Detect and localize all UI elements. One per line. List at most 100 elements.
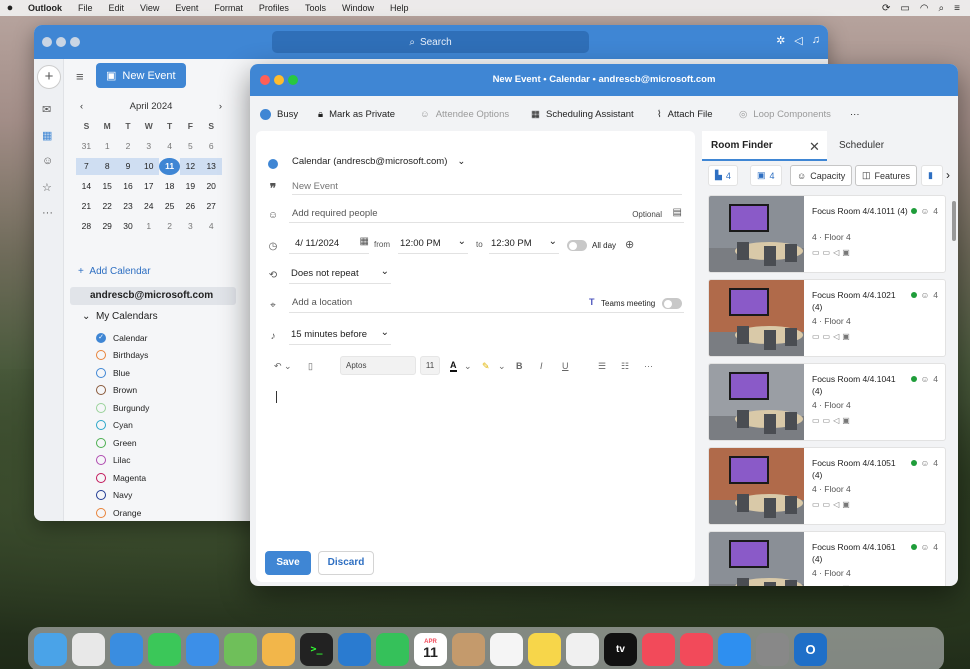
calendar-day[interactable]: 1 (97, 138, 118, 155)
freeform-icon[interactable] (566, 632, 599, 666)
vscode-icon[interactable] (338, 632, 371, 666)
launchpad-icon[interactable] (72, 632, 105, 666)
discard-button[interactable]: Discard (318, 551, 374, 575)
messages-icon[interactable] (148, 632, 181, 666)
calendar-day[interactable]: 26 (180, 198, 201, 215)
calendar-icon[interactable]: APR 11 (414, 632, 447, 666)
menu-app-name[interactable]: Outlook (20, 3, 70, 13)
calendar-picker[interactable]: Calendar (andrescb@microsoft.com) ⌄ (292, 156, 465, 167)
calendar-day[interactable]: 29 (97, 218, 118, 235)
mail-icon[interactable] (186, 632, 219, 666)
appletv-icon[interactable]: tv (604, 632, 637, 666)
reminder-dropdown[interactable]: 15 minutes before ⌄ (289, 327, 391, 345)
calendar-list-item[interactable]: Blue (96, 364, 149, 382)
search-box[interactable]: ⌕ Search (272, 31, 589, 53)
calendar-day[interactable]: 19 (180, 178, 201, 195)
calendar-day[interactable]: 12 (179, 158, 201, 175)
close-window-button[interactable] (42, 37, 52, 47)
add-calendar-link[interactable]: + Add Calendar (78, 266, 151, 277)
maps-icon[interactable] (224, 632, 257, 666)
end-time-picker[interactable]: 12:30 PM ⌄ (489, 236, 559, 254)
calendar-color-circle-icon[interactable] (96, 350, 106, 361)
menu-file[interactable]: File (70, 3, 101, 13)
more-format-icon[interactable]: ··· (644, 361, 653, 371)
calendar-color-circle-icon[interactable] (96, 385, 106, 396)
calendar-day[interactable]: 24 (138, 198, 159, 215)
news-icon[interactable] (680, 632, 713, 666)
calendar-list-item[interactable]: Magenta (96, 469, 149, 487)
terminal-icon[interactable]: >_ (300, 632, 333, 666)
music-icon[interactable] (642, 632, 675, 666)
repeat-dropdown[interactable]: Does not repeat ⌄ (289, 266, 391, 284)
more-options-button[interactable]: ··· (850, 109, 860, 120)
calendar-list-item[interactable]: Orange (96, 504, 149, 521)
required-people-field[interactable]: Add required people Optional ▤ (289, 207, 684, 223)
calendar-day[interactable]: 17 (138, 178, 159, 195)
finder-icon[interactable] (34, 632, 67, 666)
location-field[interactable]: Add a location T Teams meeting (289, 295, 684, 313)
calendar-day[interactable]: 7 (76, 158, 97, 175)
chevron-down-icon[interactable]: ⌄ (464, 361, 472, 372)
calendar-day[interactable]: 14 (76, 178, 97, 195)
calendar-day[interactable]: 28 (76, 218, 97, 235)
calendar-day[interactable]: 3 (138, 138, 159, 155)
reminders-icon[interactable] (490, 632, 523, 666)
compose-plus-button[interactable]: + (37, 65, 61, 89)
hamburger-menu-icon[interactable]: ≡ (76, 69, 84, 84)
event-title-input[interactable] (292, 179, 682, 195)
calendar-list-item[interactable]: Lilac (96, 452, 149, 470)
apple-menu-icon[interactable]: ● (0, 2, 20, 14)
numbered-list-icon[interactable]: ☷ (621, 361, 629, 372)
facetime-icon[interactable] (376, 632, 409, 666)
outlook-icon[interactable]: O (794, 632, 827, 666)
room-card[interactable]: Focus Room 4/4.1041 (4) ☺ 4 4 · Floor 4 ▭▭◁▣ (708, 363, 946, 441)
menu-format[interactable]: Format (206, 3, 251, 13)
calendar-day[interactable]: 27 (201, 198, 222, 215)
calendar-day[interactable]: 31 (76, 138, 97, 155)
chevron-down-icon[interactable]: ⌄ (498, 361, 506, 372)
new-event-button[interactable]: ▣ New Event (96, 63, 186, 88)
calendar-day[interactable]: 4 (201, 218, 222, 235)
people-icon[interactable]: ☺ (42, 155, 53, 167)
underline-icon[interactable]: U (562, 361, 569, 371)
font-color-icon[interactable]: A (450, 360, 457, 372)
calendar-icon[interactable]: ▦ (42, 129, 52, 142)
room-card[interactable]: Focus Room 4/4.1021 (4) ☺ 4 4 · Floor 4 ▭▭◁▣ (708, 279, 946, 357)
photos-icon[interactable] (262, 632, 295, 666)
calendar-day[interactable]: 15 (97, 178, 118, 195)
event-body-editor[interactable] (272, 389, 682, 539)
calendar-color-circle-icon[interactable] (96, 507, 106, 518)
busy-button[interactable]: Busy (260, 108, 298, 120)
calendar-color-circle-icon[interactable] (96, 490, 106, 501)
minimize-window-button[interactable] (56, 37, 66, 47)
calendar-day[interactable]: 10 (138, 158, 160, 175)
menu-window[interactable]: Window (334, 3, 382, 13)
bullet-list-icon[interactable]: ☰ (598, 361, 606, 372)
features-filter[interactable]: ◫ Features (855, 165, 918, 186)
date-picker[interactable]: 4/ 11/2024 ▦ (289, 236, 369, 254)
building-filter[interactable]: ▙ 4 (708, 165, 738, 186)
italic-icon[interactable]: I (540, 361, 543, 371)
tab-scheduler[interactable]: Scheduler (839, 131, 884, 161)
menu-event[interactable]: Event (167, 3, 206, 13)
sync-icon[interactable]: ⟳ (882, 3, 890, 14)
calendar-list-item[interactable]: Green (96, 434, 149, 452)
calendar-day[interactable]: 5 (180, 138, 201, 155)
today-date[interactable]: 11 (159, 158, 180, 175)
font-size-dropdown[interactable]: 11 (420, 356, 440, 375)
clipboard-icon[interactable]: ▯ (308, 361, 313, 372)
notes-icon[interactable] (528, 632, 561, 666)
calendar-list-item[interactable]: Burgundy (96, 399, 149, 417)
attach-file-button[interactable]: ⌇ Attach File (657, 109, 713, 120)
my-calendars-group[interactable]: ⌄ My Calendars (82, 311, 158, 322)
address-book-icon[interactable]: ▤ (673, 207, 682, 218)
calendar-color-circle-icon[interactable] (96, 455, 106, 466)
calendar-color-circle-icon[interactable] (96, 420, 106, 431)
battery-icon[interactable]: ▭ (900, 3, 909, 14)
save-button[interactable]: Save (265, 551, 311, 575)
contacts-icon[interactable] (452, 632, 485, 666)
calendar-day[interactable]: 25 (159, 198, 180, 215)
calendar-day[interactable]: 23 (118, 198, 139, 215)
zoom-window-button[interactable] (288, 75, 298, 85)
calendar-day[interactable]: 8 (96, 158, 118, 175)
